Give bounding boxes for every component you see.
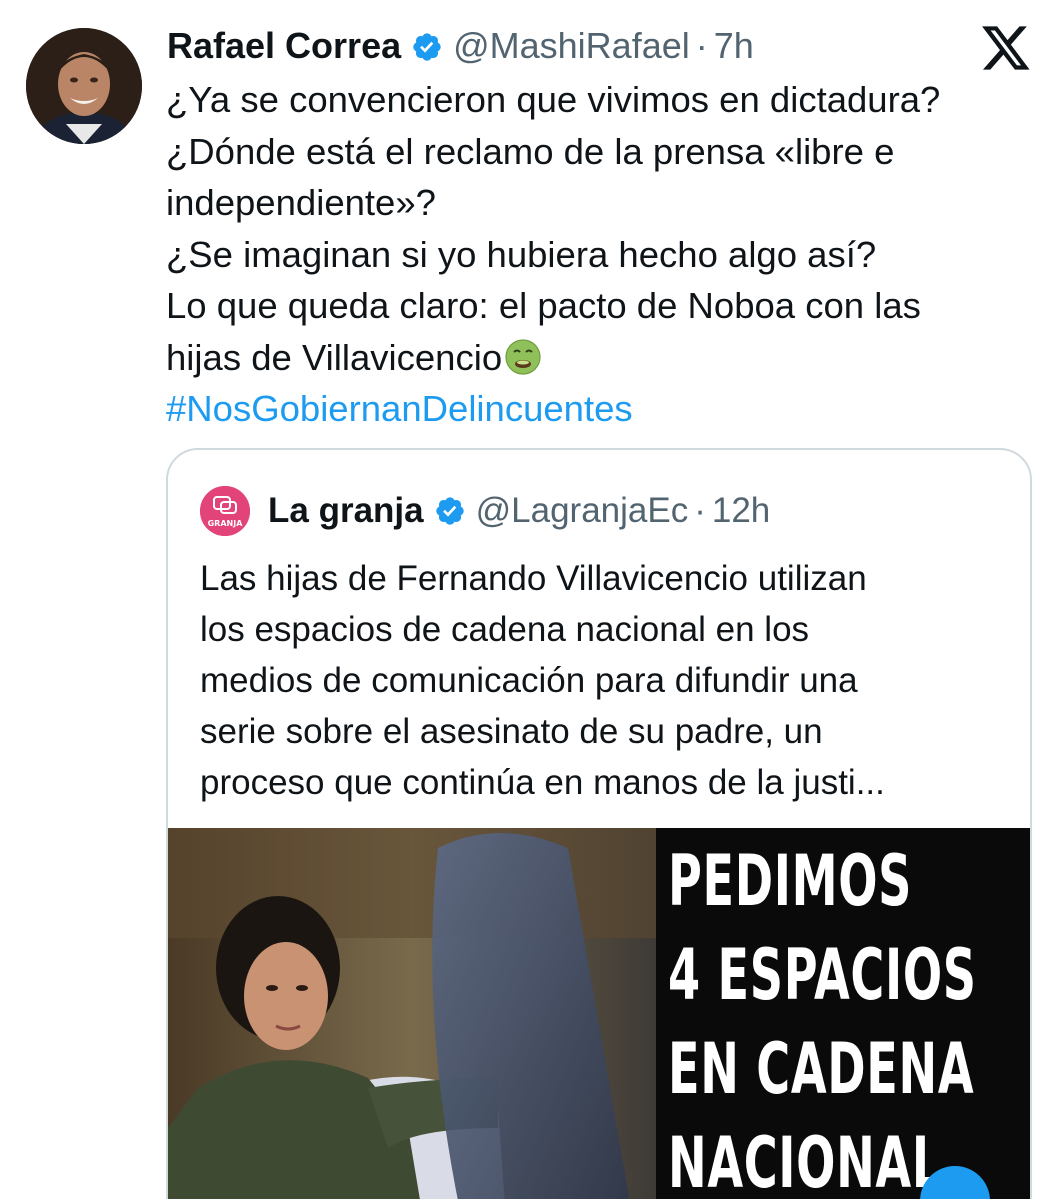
- tweet-body: ¿Ya se convencieron que vivimos en dicta…: [166, 74, 1046, 435]
- media-overlay-text: PEDIMOS 4 ESPACIOS EN CADENA NACIONAL: [668, 834, 977, 1199]
- tweet-line: hijas de Villavicencio: [166, 336, 503, 378]
- quoted-tweet-line: serie sobre el asesinato de su padre, un: [200, 712, 823, 751]
- media-overlay-line: PEDIMOS: [668, 840, 913, 922]
- tweet-header: Rafael Correa @MashiRafael · 7h: [167, 20, 754, 72]
- verified-badge-icon: [434, 495, 466, 527]
- media-overlay-line: NACIONAL: [668, 1122, 942, 1199]
- quoted-tweet-card[interactable]: GRANJA La granja @LagranjaEc · 12h Las h…: [166, 448, 1032, 1199]
- quoted-tweet-line: proceso que continúa en manos de la just…: [200, 763, 885, 802]
- quoted-author-name[interactable]: La granja: [268, 491, 424, 531]
- media-photo: [168, 828, 656, 1199]
- tweet-line: ¿Se imaginan si yo hubiera hecho algo as…: [166, 233, 877, 275]
- nauseated-face-emoji-icon: [504, 338, 542, 376]
- author-handle[interactable]: @MashiRafael: [453, 25, 690, 67]
- verified-badge-icon: [411, 30, 443, 62]
- tweet-line: independiente»?: [166, 182, 436, 223]
- separator-dot: ·: [695, 25, 708, 66]
- quoted-tweet-body: Las hijas de Fernando Villavicencio util…: [200, 553, 1020, 808]
- quoted-tweet-header: GRANJA La granja @LagranjaEc · 12h: [200, 486, 770, 536]
- x-logo-icon[interactable]: [980, 24, 1032, 72]
- media-overlay-line: EN CADENA: [668, 1028, 975, 1110]
- quoted-tweet-line: Las hijas de Fernando Villavicencio util…: [200, 559, 867, 598]
- author-name[interactable]: Rafael Correa: [167, 25, 401, 67]
- hashtag-link[interactable]: #NosGobiernanDelincuentes: [166, 383, 1046, 435]
- tweet-line: Lo que queda claro: el pacto de Noboa co…: [166, 285, 921, 326]
- tweet-line: ¿Dónde está el reclamo de la prensa «lib…: [166, 130, 895, 172]
- quoted-tweet-time[interactable]: 12h: [712, 491, 770, 531]
- tweet-time[interactable]: 7h: [714, 25, 754, 67]
- quoted-author-avatar[interactable]: GRANJA: [200, 486, 250, 536]
- quoted-tweet-line: medios de comunicación para difundir una: [200, 661, 858, 700]
- author-avatar[interactable]: [26, 28, 142, 144]
- media-overlay-line: 4 ESPACIOS: [668, 934, 977, 1016]
- tweet-line-with-emoji: hijas de Villavicencio: [166, 332, 1046, 384]
- quoted-author-handle[interactable]: @LagranjaEc: [476, 491, 689, 531]
- quoted-tweet-line: los espacios de cadena nacional en los: [200, 610, 810, 649]
- tweet-line: ¿Ya se convencieron que vivimos en dicta…: [166, 79, 941, 120]
- separator-dot: ·: [694, 491, 706, 530]
- quoted-avatar-label: GRANJA: [208, 519, 244, 528]
- quoted-tweet-media[interactable]: PEDIMOS 4 ESPACIOS EN CADENA NACIONAL: [168, 828, 1030, 1199]
